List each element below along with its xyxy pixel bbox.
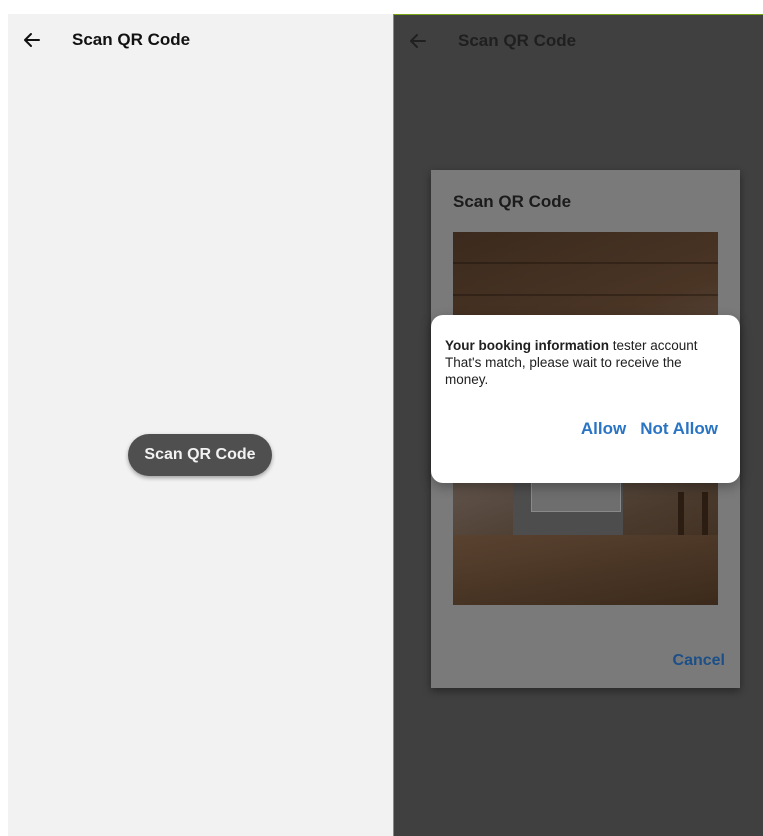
arrow-left-icon[interactable] [408,31,428,51]
scan-qr-code-button[interactable]: Scan QR Code [128,434,272,476]
camera-paper [531,480,621,512]
right-screen: Scan QR Code Scan QR Code Cancel Your bo… [393,14,763,836]
page-title: Scan QR Code [458,31,577,50]
wood-plank [453,262,718,264]
cancel-button[interactable]: Cancel [673,652,725,670]
page-title: Scan QR Code [72,30,191,49]
wood-plank [453,294,718,296]
appbar: Scan QR Code [394,15,763,67]
dialog-title: Scan QR Code [453,192,572,211]
camera-floor [453,535,718,605]
left-screen: Scan QR Code Scan QR Code [8,14,393,836]
alert-actions: Allow Not Allow [581,419,718,439]
alert-message-bold: Your booking information [445,338,609,353]
arrow-left-icon[interactable] [22,30,42,50]
permission-alert: Your booking information tester account … [431,315,740,483]
appbar: Scan QR Code [8,14,393,66]
not-allow-button[interactable]: Not Allow [640,419,718,439]
allow-button[interactable]: Allow [581,419,626,439]
alert-message: Your booking information tester account … [445,337,726,388]
